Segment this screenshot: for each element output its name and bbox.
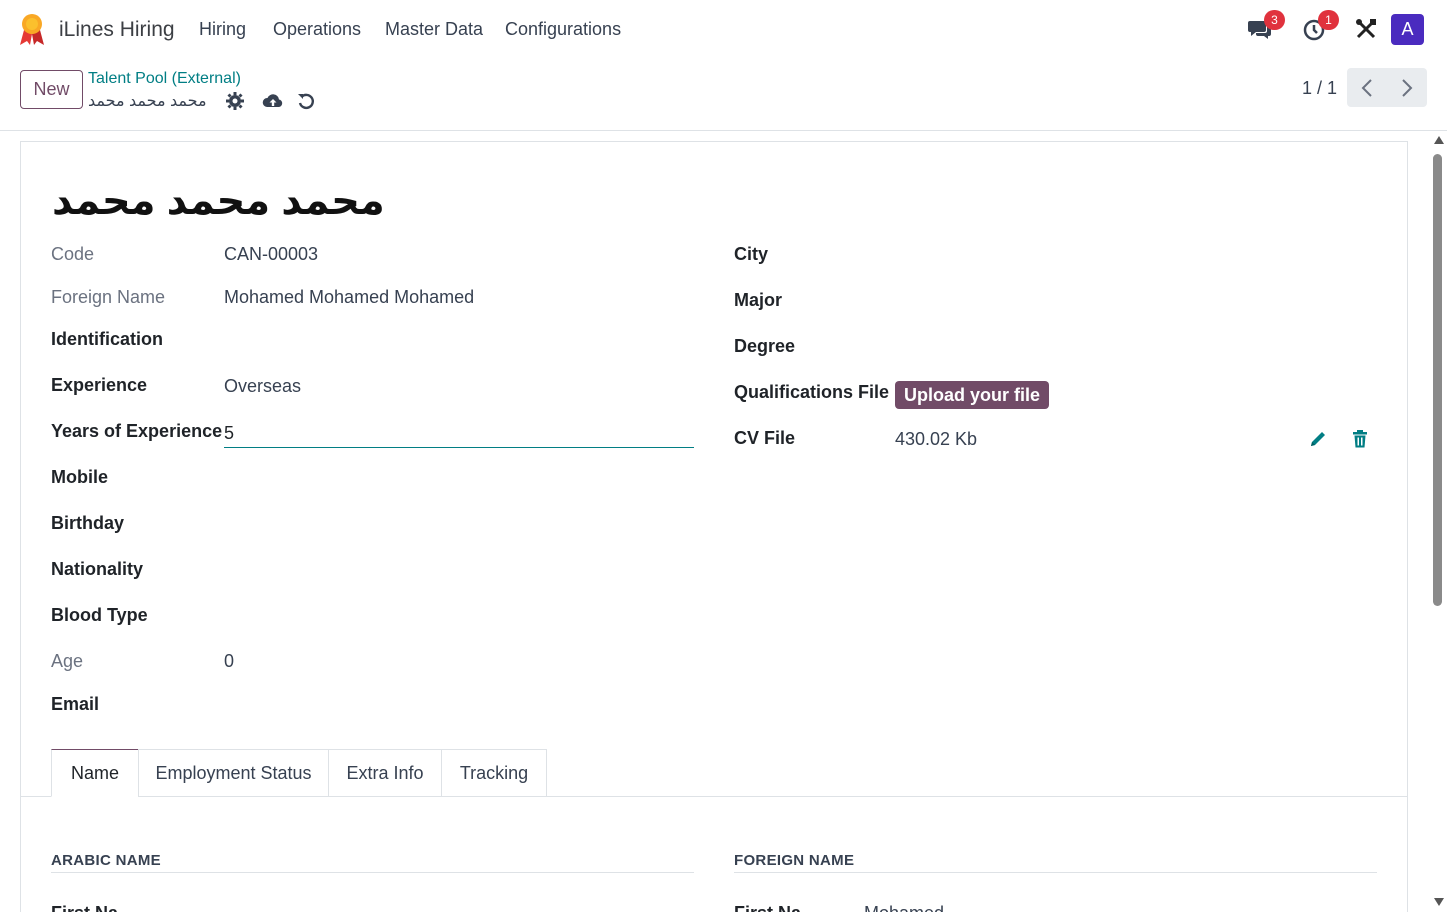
code-label: Code [51, 244, 95, 264]
birthday-label: Birthday [51, 513, 125, 533]
breadcrumb-parent[interactable]: Talent Pool (External) [88, 70, 241, 88]
scroll-down-arrow-icon[interactable] [1434, 898, 1444, 906]
pager-value[interactable]: 1 / 1 [1302, 78, 1337, 99]
app-name[interactable]: iLines Hiring [59, 18, 175, 42]
menu-operations[interactable]: Operations [273, 19, 361, 40]
foreign-name-heading: FOREIGN NAME [734, 852, 855, 869]
years-experience-label: Years of Experience [51, 421, 223, 441]
foreign-name-value: Mohamed Mohamed Mohamed [224, 287, 475, 307]
foreign-first-name-value[interactable]: Mohamed [864, 903, 944, 912]
age-label: Age [51, 651, 84, 671]
menu-hiring[interactable]: Hiring [199, 19, 246, 40]
tab-employment-status[interactable]: Employment Status [138, 749, 329, 797]
mobile-label: Mobile [51, 467, 108, 487]
page-scrollbar[interactable] [1431, 134, 1445, 912]
menu-master-data[interactable]: Master Data [385, 19, 483, 40]
user-avatar[interactable]: A [1391, 14, 1424, 45]
years-experience-input[interactable] [224, 420, 694, 448]
qualifications-file-label: Qualifications File [734, 382, 890, 402]
city-label: City [734, 244, 769, 264]
new-button[interactable]: New [20, 70, 83, 109]
debug-tools-icon[interactable] [1353, 16, 1379, 42]
arabic-name-divider [51, 872, 694, 873]
app-logo-icon[interactable] [18, 12, 46, 46]
edit-pencil-icon[interactable] [1308, 429, 1328, 449]
top-navbar: iLines Hiring Hiring Operations Master D… [0, 0, 1447, 60]
scroll-thumb[interactable] [1433, 154, 1442, 606]
breadcrumb-current: محمد محمد محمد [88, 93, 207, 110]
identification-label: Identification [51, 329, 163, 349]
trash-icon[interactable] [1350, 429, 1370, 449]
messages-badge: 3 [1264, 10, 1285, 30]
major-label: Major [734, 290, 783, 310]
chevron-left-icon [1361, 78, 1372, 97]
control-panel-divider [0, 130, 1447, 131]
email-label: Email [51, 694, 100, 714]
menu-configurations[interactable]: Configurations [505, 19, 621, 40]
messages-icon[interactable]: 3 [1247, 10, 1285, 42]
chevron-right-icon [1402, 78, 1413, 97]
age-value: 0 [224, 651, 235, 671]
code-value: CAN-00003 [224, 244, 319, 264]
foreign-first-name-label: First Na [734, 903, 801, 912]
foreign-name-divider [734, 872, 1377, 873]
upload-file-button[interactable]: Upload your file [895, 381, 1049, 409]
cloud-upload-icon[interactable] [262, 91, 284, 111]
experience-label: Experience [51, 375, 148, 395]
arabic-first-name-label: First Na [51, 903, 118, 912]
degree-label: Degree [734, 336, 796, 356]
nationality-label: Nationality [51, 559, 144, 579]
experience-field[interactable]: Overseas [224, 376, 301, 397]
arabic-name-heading: ARABIC NAME [51, 852, 161, 869]
discard-undo-icon[interactable] [296, 91, 316, 111]
foreign-name-label: Foreign Name [51, 287, 166, 307]
gear-icon[interactable] [225, 91, 245, 111]
tab-name[interactable]: Name [51, 749, 139, 797]
tab-tracking[interactable]: Tracking [441, 749, 547, 797]
record-title[interactable]: محمد محمد محمد [52, 178, 385, 224]
cv-file-size[interactable]: 430.02 Kb [895, 429, 977, 450]
activities-badge: 1 [1318, 10, 1339, 30]
scroll-up-arrow-icon[interactable] [1434, 136, 1444, 144]
pager-next-button[interactable] [1387, 68, 1427, 107]
activities-clock-icon[interactable]: 1 [1301, 10, 1339, 42]
cv-file-label: CV File [734, 428, 796, 448]
blood-type-label: Blood Type [51, 605, 148, 625]
tab-extra-info[interactable]: Extra Info [328, 749, 442, 797]
pager-previous-button[interactable] [1347, 68, 1387, 107]
